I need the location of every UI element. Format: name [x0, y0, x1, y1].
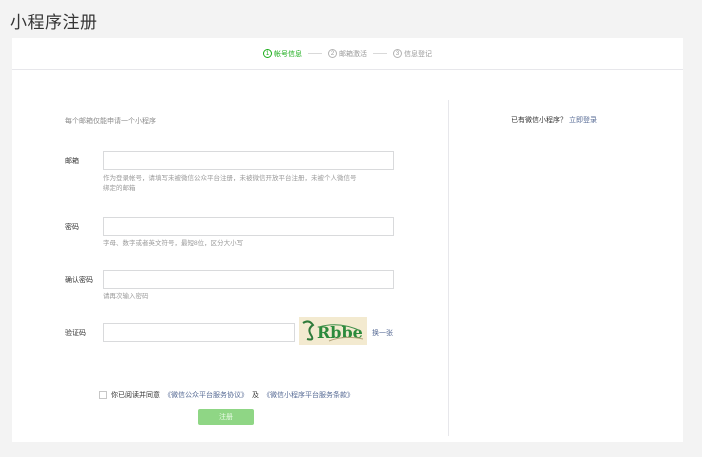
step-number-icon: 2 [328, 49, 337, 58]
register-button[interactable]: 注册 [198, 409, 254, 425]
email-label: 邮箱 [65, 158, 79, 165]
step-number-icon: 1 [263, 49, 272, 58]
agreement-prefix: 你已阅读并同意 [111, 392, 160, 399]
step-label: 信息登记 [404, 50, 432, 58]
form-notice: 每个邮箱仅能申请一个小程序 [65, 118, 156, 125]
step-divider [373, 53, 387, 54]
email-hint-line: 作为登录帐号，请填写未被微信公众平台注册，未被微信开放平台注册，未被个人微信号 [103, 175, 357, 182]
step-label: 帐号信息 [274, 50, 302, 58]
email-hint: 作为登录帐号，请填写未被微信公众平台注册，未被微信开放平台注册，未被个人微信号 … [103, 174, 403, 194]
existing-account-info: 已有微信小程序？ 立即登录 [511, 115, 597, 125]
captcha-image[interactable]: Rbbe [299, 317, 367, 345]
password-hint: 字母、数字或者英文符号，最短8位，区分大小写 [103, 240, 244, 247]
step-account-info: 1 帐号信息 [263, 49, 302, 59]
captcha-graphic: Rbbe [302, 320, 364, 342]
password-label: 密码 [65, 224, 79, 231]
password-field[interactable] [103, 217, 394, 236]
confirm-password-field[interactable] [103, 270, 394, 289]
step-label: 邮箱激活 [339, 50, 367, 58]
login-link[interactable]: 立即登录 [569, 117, 597, 124]
captcha-field[interactable] [103, 323, 295, 342]
captcha-label: 验证码 [65, 330, 86, 337]
agreement-row: 你已阅读并同意 《微信公众平台服务协议》 及 《微信小程序平台服务条款》 [99, 390, 354, 400]
confirm-password-hint: 请再次输入密码 [103, 293, 149, 300]
email-hint-line: 绑定的邮箱 [103, 185, 136, 192]
email-field[interactable] [103, 151, 394, 170]
agreement-checkbox[interactable] [99, 391, 107, 399]
confirm-password-label: 确认密码 [65, 277, 93, 284]
step-info-registration: 3 信息登记 [393, 49, 432, 59]
existing-account-question: 已有微信小程序？ [511, 117, 567, 124]
refresh-captcha-link[interactable]: 换一张 [372, 328, 393, 338]
registration-card: 1 帐号信息 2 邮箱激活 3 信息登记 每个邮箱仅能申请一个小程序 邮箱 作为… [12, 38, 683, 442]
page-title: 小程序注册 [10, 13, 98, 32]
miniprogram-terms-link[interactable]: 《微信小程序平台服务条款》 [263, 390, 354, 400]
vertical-divider [448, 100, 449, 436]
step-indicator: 1 帐号信息 2 邮箱激活 3 信息登记 [12, 38, 683, 70]
step-number-icon: 3 [393, 49, 402, 58]
step-divider [308, 53, 322, 54]
step-email-activation: 2 邮箱激活 [328, 49, 367, 59]
platform-agreement-link[interactable]: 《微信公众平台服务协议》 [164, 390, 248, 400]
agreement-joiner: 及 [252, 392, 259, 399]
